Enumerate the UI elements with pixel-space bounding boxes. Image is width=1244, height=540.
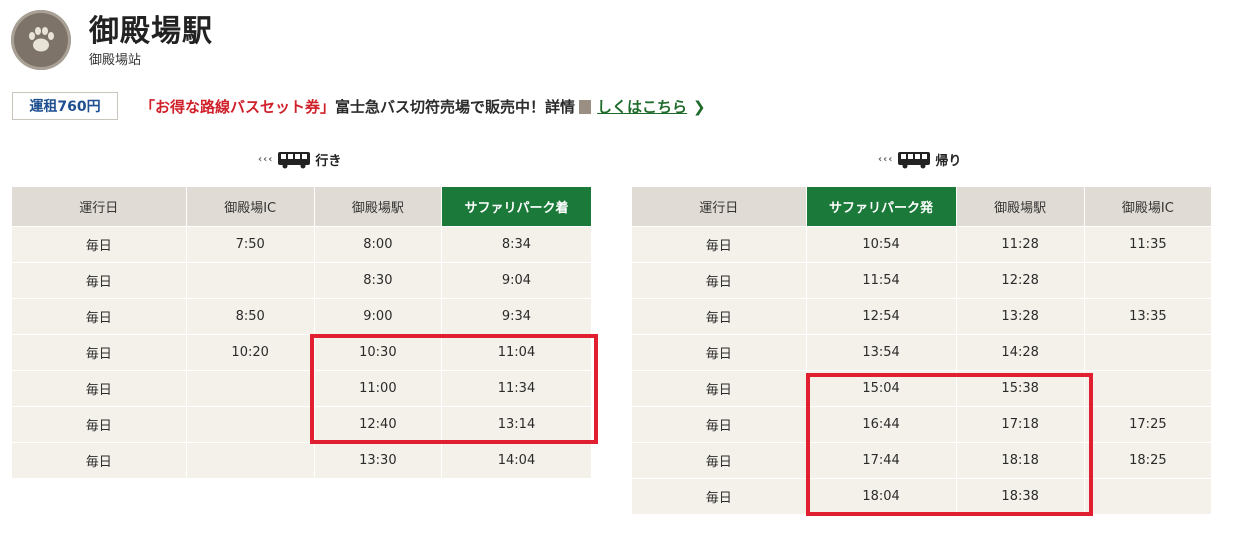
table-cell: 毎日 [12,262,187,299]
promo-title: 「お得な路線バスセット券」 [140,98,336,116]
table-row: 毎日 11:54 12:28 [632,262,1213,299]
table-cell [186,406,315,443]
page-subtitle: 御殿場站 [89,53,142,68]
chevron-right-icon[interactable]: ❯ [693,98,706,116]
table-cell: 毎日 [632,406,807,443]
direction-label: 帰り [935,154,962,169]
inbound-direction: ‹‹‹ 帰り [878,150,961,169]
column-header: サファリパーク発 [806,187,957,227]
column-header: 御殿場駅 [956,187,1085,227]
table-cell: 13:35 [1084,298,1213,335]
direction-arrows: ‹‹‹ [878,154,894,165]
table-cell: 13:30 [314,442,442,478]
table-row: 毎日 12:54 13:28 13:35 [632,298,1213,335]
details-link[interactable]: しくはこちら [597,96,687,117]
highlight-box-outbound [310,334,598,444]
table-cell: 18:25 [1084,442,1213,479]
table-cell: 毎日 [12,406,187,443]
table-cell [186,442,315,478]
table-cell: 9:00 [314,298,442,335]
table-cell: 8:34 [441,226,593,263]
table-cell: 毎日 [632,334,807,371]
table-cell: 14:28 [956,334,1085,371]
table-cell: 10:54 [806,226,957,263]
table-cell: 毎日 [632,298,807,335]
table-cell: 9:04 [441,262,593,299]
column-header: 運行日 [632,187,807,227]
table-cell: 17:25 [1084,406,1213,443]
column-header: 運行日 [12,187,187,227]
table-cell: 毎日 [12,298,187,335]
table-cell: 11:35 [1084,226,1213,263]
table-cell: 10:20 [186,334,315,371]
table-cell: 12:54 [806,298,957,335]
table-row: 毎日 13:54 14:28 [632,334,1213,371]
table-cell: 11:54 [806,262,957,299]
table-cell [1084,262,1213,299]
table-row: 毎日 10:54 11:28 11:35 [632,226,1213,263]
table-row: 毎日 13:30 14:04 [12,442,593,478]
table-cell: 9:34 [441,298,593,335]
column-header: 御殿場IC [186,187,315,227]
table-cell: 毎日 [12,442,187,478]
table-cell: 毎日 [632,226,807,263]
fare-badge: 運租760円 [12,92,118,120]
direction-arrows: ‹‹‹ [258,154,274,165]
table-cell: 12:28 [956,262,1085,299]
table-cell: 毎日 [632,478,807,514]
column-header: サファリパーク着 [441,187,593,227]
table-row: 毎日 7:50 8:00 8:34 [12,226,593,263]
page-title: 御殿場駅 [89,14,213,49]
column-header: 御殿場駅 [314,187,442,227]
highlight-box-inbound [806,373,1093,516]
table-cell: 毎日 [12,370,187,407]
outbound-direction: ‹‹‹ 行き [258,150,341,169]
table-cell: 14:04 [441,442,593,478]
direction-label: 行き [315,154,342,169]
table-cell: 8:00 [314,226,442,263]
table-cell: 毎日 [632,442,807,479]
table-cell: 8:50 [186,298,315,335]
table-cell [1084,370,1213,407]
table-cell [1084,334,1213,371]
table-cell [186,370,315,407]
table-cell: 7:50 [186,226,315,263]
table-cell: 毎日 [12,334,187,371]
station-logo [11,10,71,70]
promo-text: 富士急バス切符売場で販売中！詳情 [335,98,576,116]
bus-icon [278,151,311,168]
bus-icon [898,151,931,168]
table-cell: 13:28 [956,298,1085,335]
table-cell: 13:54 [806,334,957,371]
table-cell [186,262,315,299]
table-cell: 毎日 [632,262,807,299]
paw-icon [29,27,54,52]
column-header: 御殿場IC [1084,187,1213,227]
table-cell [1084,478,1213,514]
table-row: 毎日 8:30 9:04 [12,262,593,299]
table-cell: 毎日 [12,226,187,263]
table-row: 毎日 8:50 9:00 9:34 [12,298,593,335]
promo-notice: 「お得な路線バスセット券」 富士急バス切符売場で販売中！詳情 しくはこちら ❯ [140,96,706,117]
table-cell: 毎日 [632,370,807,407]
table-cell: 8:30 [314,262,442,299]
ticket-icon [579,99,592,114]
table-cell: 11:28 [956,226,1085,263]
